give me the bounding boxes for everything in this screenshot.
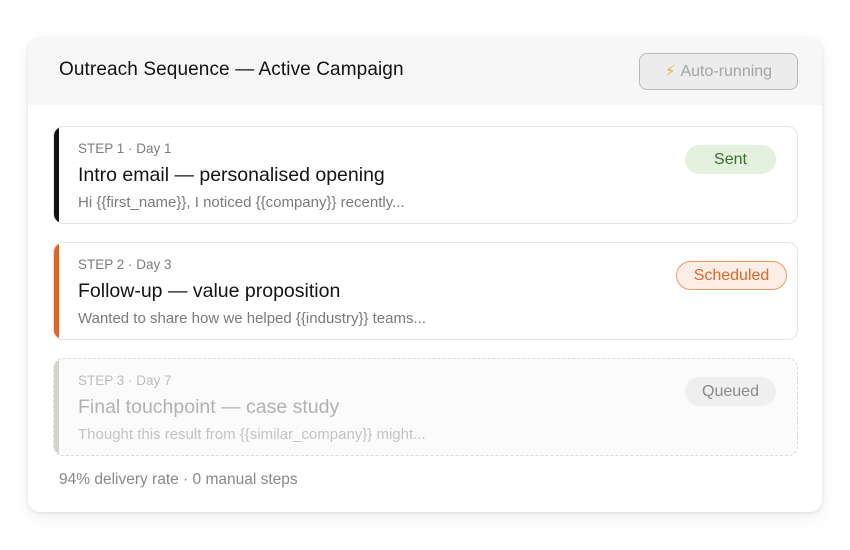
- step-preview: Hi {{first_name}}, I noticed {{company}}…: [78, 194, 405, 211]
- step-accent-bar: [54, 243, 59, 339]
- lightning-bolt-icon: ⚡: [664, 63, 676, 80]
- footer-stats: 94% delivery rate · 0 manual steps: [59, 471, 298, 488]
- step-card-2[interactable]: STEP 2 · Day 3 Follow-up — value proposi…: [53, 242, 798, 340]
- step-title: Follow-up — value proposition: [78, 280, 341, 302]
- card-header: Outreach Sequence — Active Campaign ⚡ Au…: [28, 38, 822, 105]
- step-accent-bar: [54, 127, 59, 223]
- status-badge: Sent: [685, 145, 776, 174]
- step-card-3[interactable]: STEP 3 · Day 7 Final touchpoint — case s…: [53, 358, 798, 456]
- step-meta: STEP 2 · Day 3: [78, 257, 172, 272]
- auto-running-button[interactable]: ⚡ Auto-running: [639, 53, 798, 90]
- step-preview: Thought this result from {{similar_compa…: [78, 426, 426, 443]
- step-preview: Wanted to share how we helped {{industry…: [78, 310, 426, 327]
- step-title: Final touchpoint — case study: [78, 396, 340, 418]
- status-badge: Queued: [685, 377, 776, 406]
- step-meta: STEP 1 · Day 1: [78, 141, 172, 156]
- step-title: Intro email — personalised opening: [78, 164, 385, 186]
- sequence-card: Outreach Sequence — Active Campaign ⚡ Au…: [28, 38, 822, 512]
- auto-running-label: Auto-running: [680, 62, 773, 80]
- status-badge: Scheduled: [676, 261, 787, 290]
- step-card-1[interactable]: STEP 1 · Day 1 Intro email — personalise…: [53, 126, 798, 224]
- step-meta: STEP 3 · Day 7: [78, 373, 172, 388]
- page-title: Outreach Sequence — Active Campaign: [59, 59, 404, 80]
- step-accent-bar: [54, 359, 59, 455]
